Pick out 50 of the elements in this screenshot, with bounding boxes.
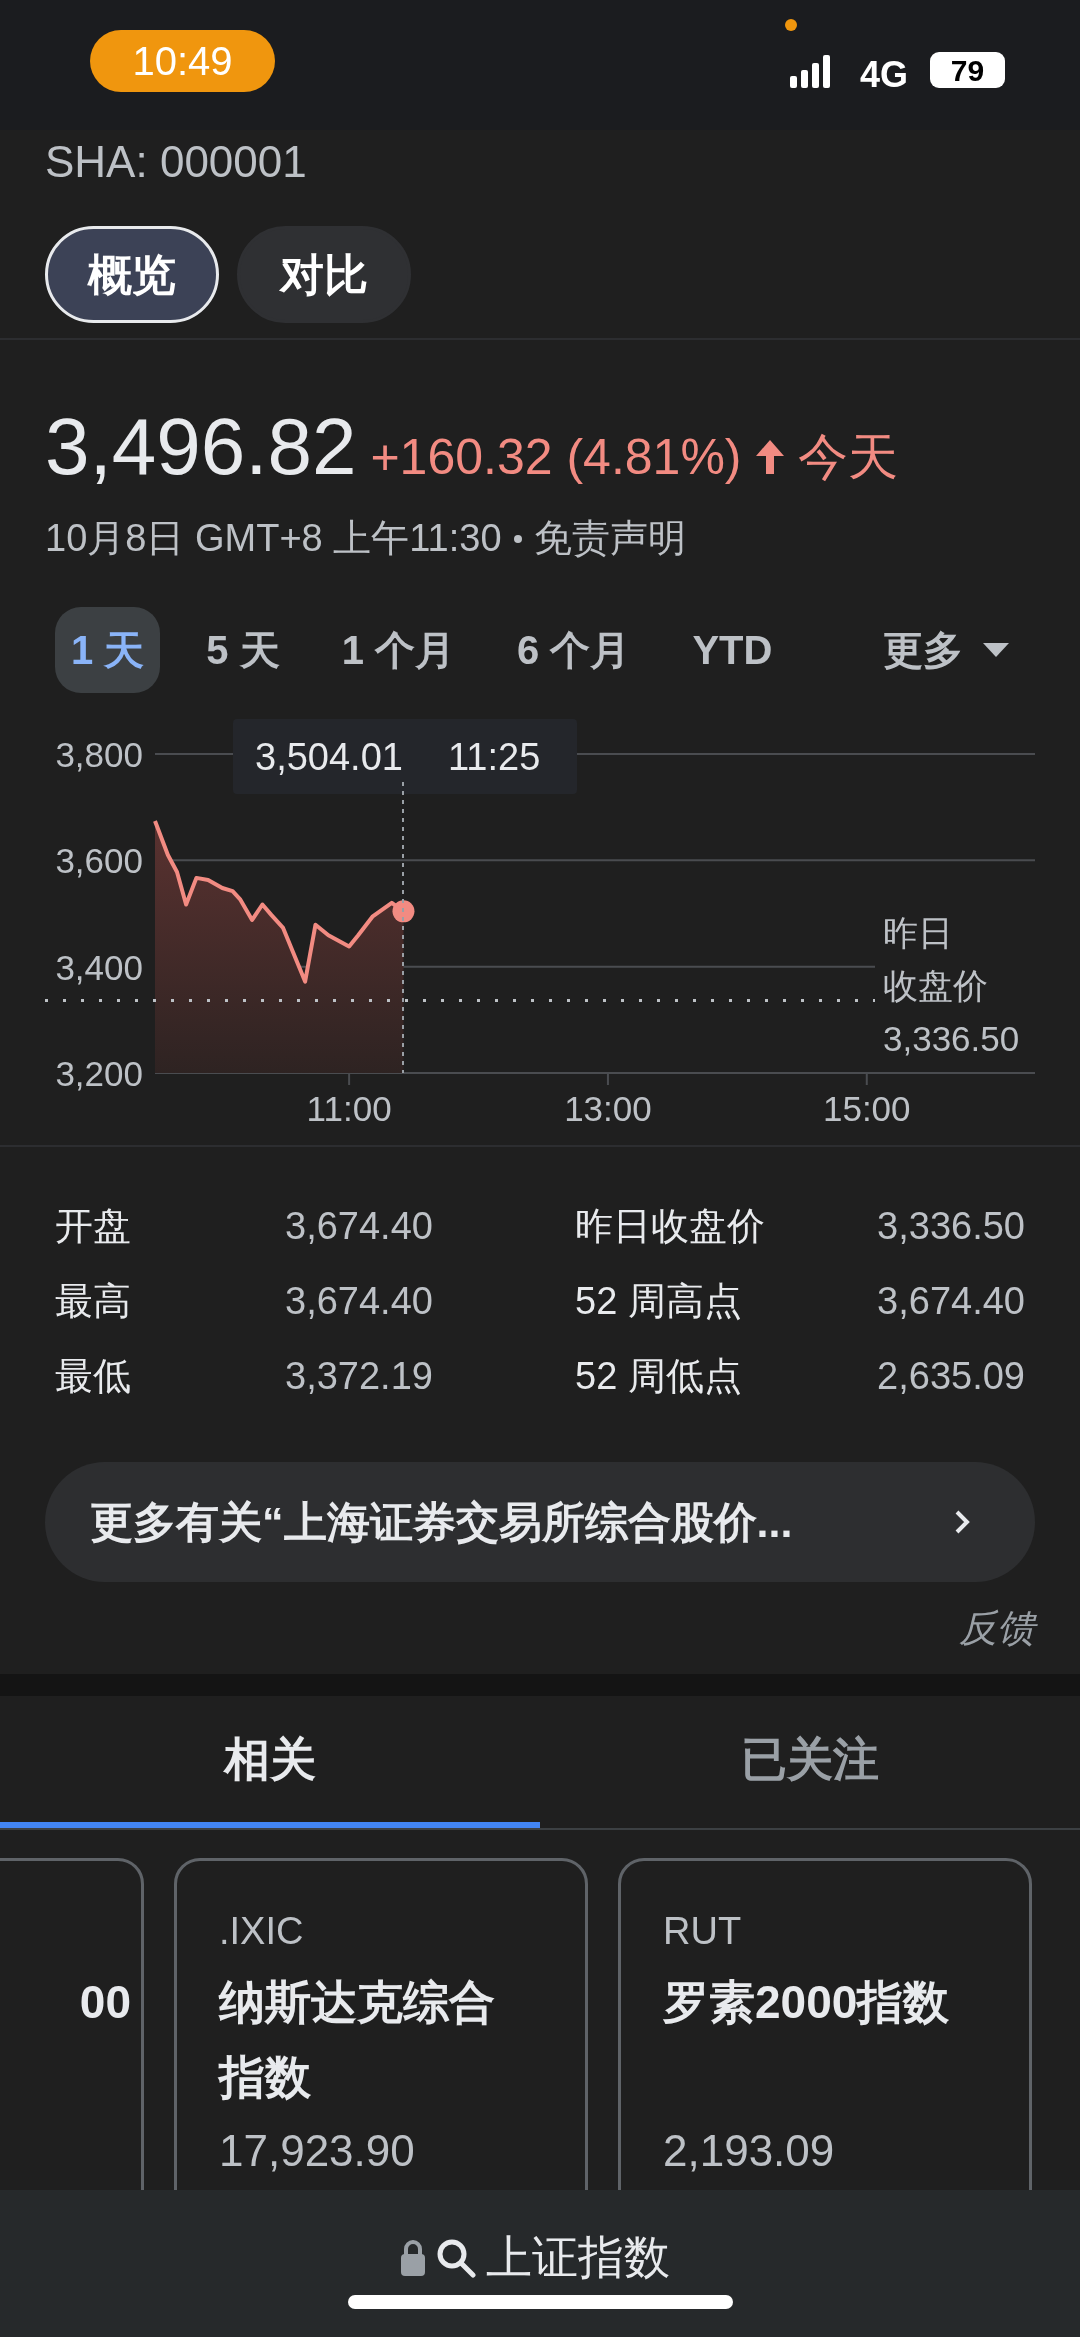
stat-label: 开盘 bbox=[55, 1204, 132, 1249]
card-symbol: RUT bbox=[663, 1909, 743, 1953]
stat-value: 3,372.19 bbox=[284, 1354, 434, 1399]
tooltip-time: 11:25 bbox=[448, 736, 541, 778]
y-axis-label: 3,400 bbox=[55, 947, 143, 987]
price-change: +160.32 (4.81%) bbox=[370, 428, 742, 487]
tooltip-value: 3,504.01 bbox=[255, 736, 403, 778]
time-pill: 10:49 bbox=[90, 30, 275, 92]
card-value: 17,923.90 bbox=[219, 2125, 416, 2177]
section-tab[interactable]: 已关注 bbox=[540, 1696, 1080, 1828]
stat-value: 2,635.09 bbox=[876, 1354, 1025, 1399]
previous-close-caption: 昨日 收盘价 bbox=[883, 913, 988, 1006]
range-tab[interactable]: 6 个月 bbox=[501, 607, 647, 693]
price-value: 3,496.82 bbox=[45, 402, 357, 492]
card-symbol: .IXIC bbox=[219, 1909, 305, 1953]
x-axis-label: 15:00 bbox=[822, 1089, 911, 1128]
y-axis-label: 3,800 bbox=[55, 735, 143, 774]
card-name: 罗素2000指数 bbox=[663, 1975, 951, 2030]
network-label: 4G bbox=[860, 53, 909, 97]
y-axis-label: 3,600 bbox=[55, 841, 143, 881]
stat-label: 最低 bbox=[55, 1354, 132, 1399]
period-label: 今天 bbox=[797, 428, 898, 487]
stat-value: 3,674.40 bbox=[876, 1279, 1025, 1324]
card-value: 2,193.09 bbox=[663, 2125, 836, 2177]
x-axis-label: 11:00 bbox=[306, 1089, 392, 1128]
stat-value: 3,336.50 bbox=[876, 1204, 1025, 1249]
ticker-symbol: SHA: 000001 bbox=[45, 140, 307, 184]
previous-close-value: 3,336.50 bbox=[883, 1019, 1020, 1059]
range-tab[interactable]: 1 天 bbox=[55, 607, 161, 693]
stat-value: 3,674.40 bbox=[284, 1204, 434, 1249]
card-name: 纳斯达克综合指数 bbox=[219, 1975, 496, 2105]
y-axis-label: 3,200 bbox=[55, 1054, 143, 1093]
range-tab[interactable]: YTD bbox=[676, 607, 789, 693]
more-about-button[interactable]: 更多有关“上海证券交易所综合股价... bbox=[45, 1462, 1035, 1582]
range-tab[interactable]: 1 个月 bbox=[325, 607, 472, 693]
timestamp: 10月8日 GMT+8 上午11:30 bbox=[45, 516, 502, 561]
section-tab[interactable]: 相关 bbox=[0, 1696, 540, 1828]
stat-label: 昨日收盘价 bbox=[575, 1204, 766, 1249]
range-tab[interactable]: 5 天 bbox=[190, 607, 296, 693]
range-tab[interactable]: 更多 bbox=[867, 607, 1025, 693]
stat-label: 52 周低点 bbox=[575, 1354, 743, 1399]
stat-value: 3,674.40 bbox=[284, 1279, 434, 1324]
stat-label: 52 周高点 bbox=[575, 1279, 743, 1324]
stat-label: 最高 bbox=[55, 1279, 132, 1324]
disclaimer-link[interactable]: 免责声明 bbox=[533, 510, 686, 567]
battery-icon: 79 bbox=[930, 52, 1005, 88]
card-name: 00 bbox=[78, 1975, 131, 2030]
x-axis-label: 13:00 bbox=[564, 1089, 652, 1128]
view-tab[interactable]: 概览 bbox=[45, 226, 219, 323]
view-tab[interactable]: 对比 bbox=[237, 226, 411, 323]
